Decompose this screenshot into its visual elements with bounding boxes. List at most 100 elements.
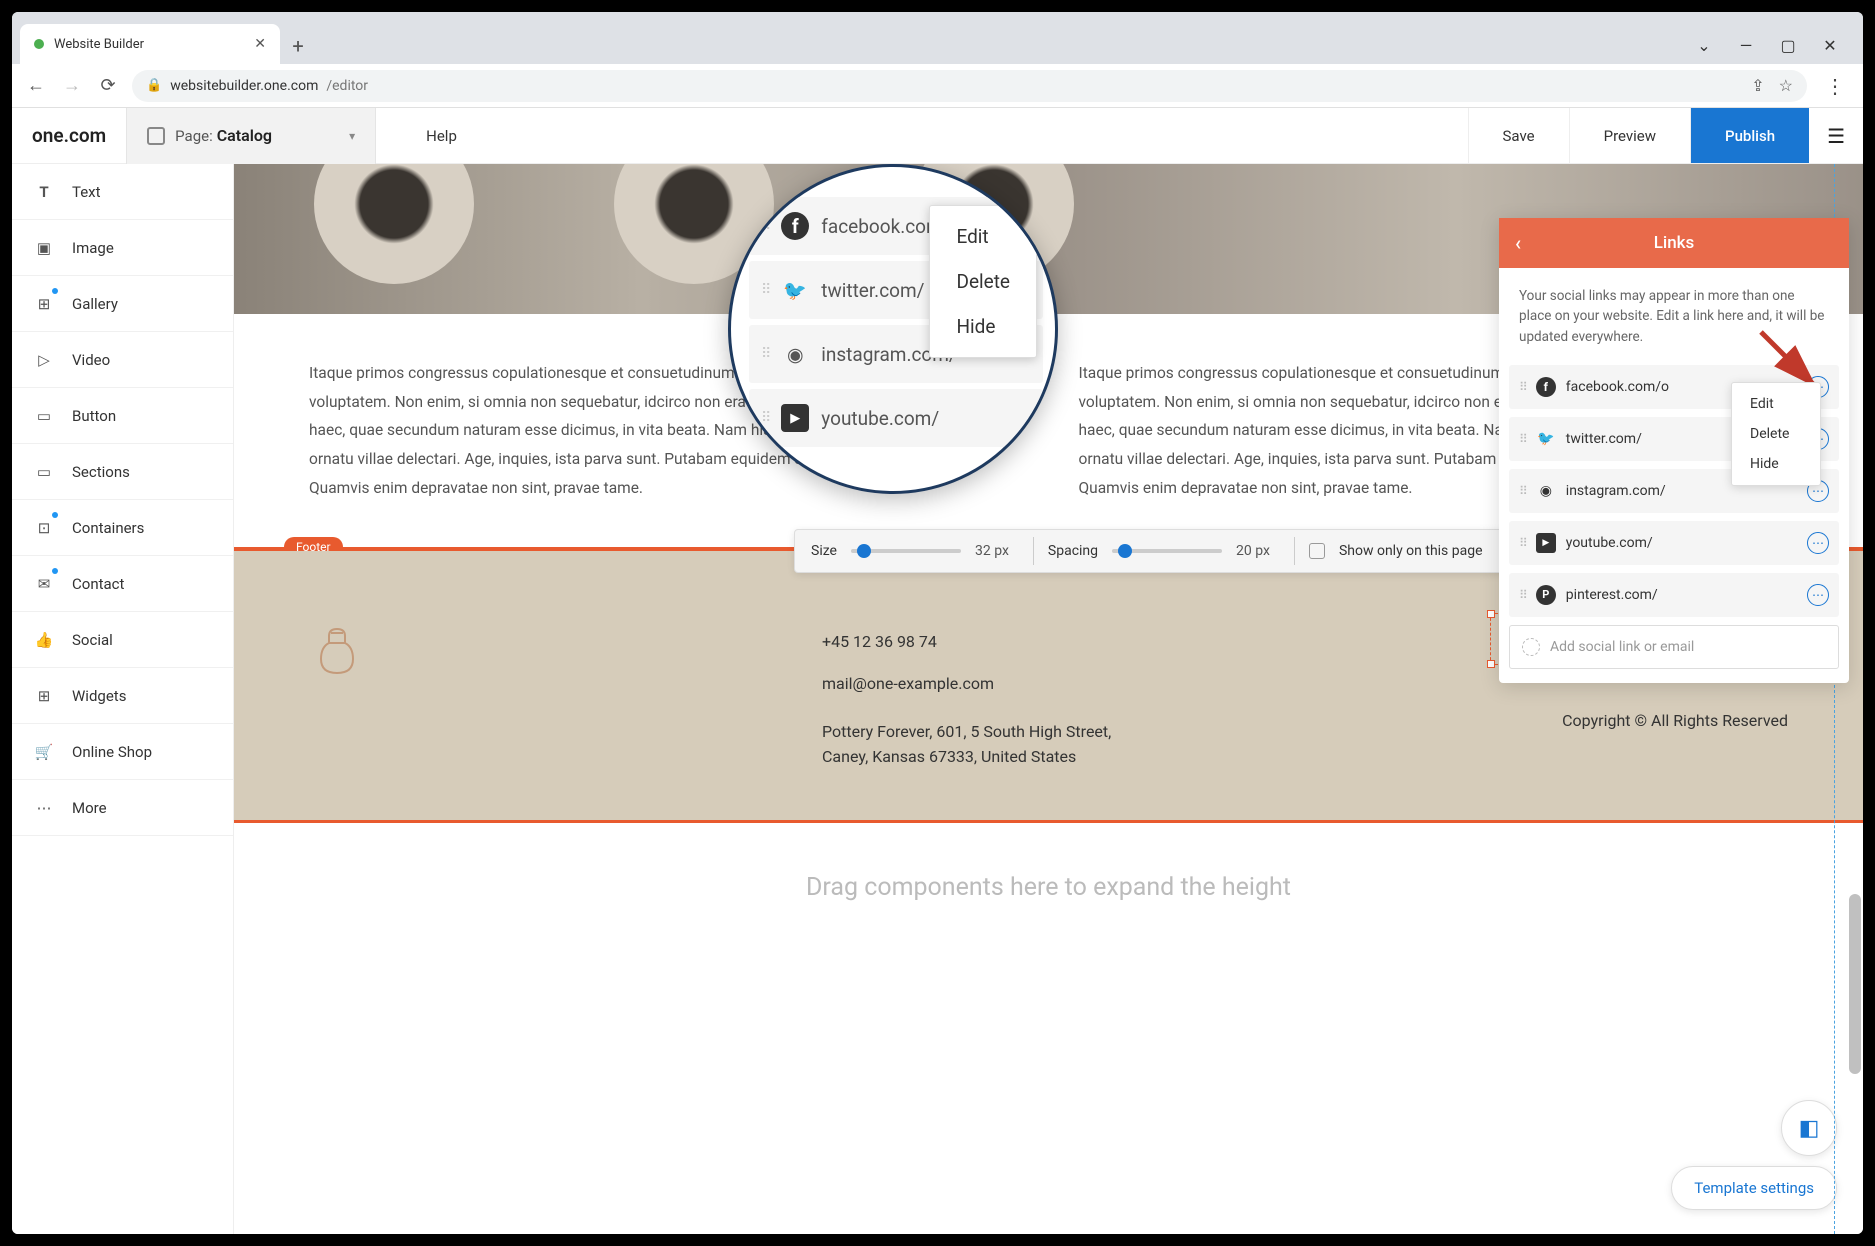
gallery-icon: ⊞	[34, 294, 54, 314]
sidebar-item-widgets[interactable]: ⊞Widgets	[12, 668, 233, 724]
copyright-text: Copyright © All Rights Reserved	[1335, 711, 1788, 730]
template-settings-button[interactable]: Template settings	[1671, 1166, 1837, 1210]
add-social-link-input[interactable]: Add social link or email	[1509, 625, 1839, 669]
url-field[interactable]: 🔒 websitebuilder.one.com/editor ⇪ ☆	[132, 70, 1807, 102]
nav-forward-icon[interactable]: →	[60, 74, 84, 98]
menu-hide[interactable]: Hide	[1732, 449, 1820, 479]
social-icon: 👍	[34, 630, 54, 650]
close-icon[interactable]: ✕	[254, 36, 266, 52]
nav-reload-icon[interactable]: ⟳	[96, 74, 120, 98]
containers-icon: ⊡	[34, 518, 54, 538]
url-host: websitebuilder.one.com	[170, 78, 318, 94]
drag-handle-icon[interactable]: ⠿	[1519, 432, 1526, 446]
palette-icon: ◧	[1799, 1116, 1820, 1141]
nav-back-icon[interactable]: ←	[24, 74, 48, 98]
menu-edit[interactable]: Edit	[1732, 389, 1820, 419]
youtube-icon: ▶	[781, 404, 809, 432]
dropzone-hint[interactable]: Drag components here to expand the heigh…	[234, 823, 1863, 952]
footer-address1: Pottery Forever, 601, 5 South High Stree…	[822, 722, 1111, 741]
badge-new	[52, 288, 58, 294]
window-minimize-icon[interactable]: —	[1737, 36, 1755, 54]
chevron-down-icon[interactable]: ⌄	[1695, 36, 1713, 54]
facebook-icon: f	[781, 212, 809, 240]
preview-button[interactable]: Preview	[1569, 108, 1690, 163]
browser-menu-icon[interactable]: ⋮	[1819, 74, 1851, 98]
back-chevron-icon[interactable]: ‹	[1515, 231, 1521, 255]
links-panel: ‹ Links Your social links may appear in …	[1499, 218, 1849, 683]
zoom-menu-hide[interactable]: Hide	[930, 304, 1036, 349]
spacing-value: 20 px	[1236, 543, 1270, 559]
chevron-down-icon: ▾	[349, 129, 355, 143]
size-value: 32 px	[975, 543, 1009, 559]
star-icon[interactable]: ☆	[1779, 76, 1793, 95]
size-label: Size	[811, 543, 837, 559]
link-more-button[interactable]: ⋯	[1807, 584, 1829, 606]
link-item-youtube[interactable]: ⠿▶youtube.com/⋯	[1509, 521, 1839, 565]
share-icon[interactable]: ⇪	[1751, 76, 1764, 95]
footer-phone: +45 12 36 98 74	[822, 621, 1275, 663]
links-panel-title: Links	[1654, 233, 1695, 253]
window-close-icon[interactable]: ✕	[1821, 36, 1839, 54]
button-icon: ▭	[34, 406, 54, 426]
url-path: /editor	[326, 78, 368, 94]
spacing-slider[interactable]	[1112, 549, 1222, 553]
instagram-icon: ◉	[1536, 481, 1556, 501]
sidebar-item-text[interactable]: TText	[12, 164, 233, 220]
scrollbar-thumb[interactable]	[1849, 894, 1861, 1074]
workspace: TText ▣Image ⊞Gallery ▷Video ▭Button ▭Se…	[12, 164, 1863, 1234]
zoom-link-item: ⠿▶youtube.com/	[749, 389, 1043, 447]
links-panel-header: ‹ Links	[1499, 218, 1849, 268]
more-icon: ⋯	[34, 798, 54, 818]
size-slider[interactable]	[851, 549, 961, 553]
text-icon: T	[34, 182, 54, 202]
show-only-checkbox[interactable]	[1309, 543, 1325, 559]
sidebar-item-button[interactable]: ▭Button	[12, 388, 233, 444]
drag-handle-icon[interactable]: ⠿	[1519, 484, 1526, 498]
link-more-button[interactable]: ⋯	[1807, 532, 1829, 554]
link-context-menu: Edit Delete Hide	[1731, 382, 1821, 486]
drag-handle-icon[interactable]: ⠿	[1519, 588, 1526, 602]
window-maximize-icon[interactable]: ▢	[1779, 36, 1797, 54]
page-label: Page:	[175, 127, 213, 145]
help-link[interactable]: Help	[376, 127, 507, 145]
sidebar-item-gallery[interactable]: ⊞Gallery	[12, 276, 233, 332]
link-item-pinterest[interactable]: ⠿Ppinterest.com/⋯	[1509, 573, 1839, 617]
drag-handle-icon[interactable]: ⠿	[1519, 380, 1526, 394]
sidebar-item-containers[interactable]: ⊡Containers	[12, 500, 233, 556]
tab-favicon	[34, 39, 44, 49]
video-icon: ▷	[34, 350, 54, 370]
new-tab-button[interactable]: +	[280, 28, 316, 64]
page-selector[interactable]: Page: Catalog ▾	[126, 108, 376, 164]
footer-address2: Caney, Kansas 67333, United States	[822, 747, 1076, 766]
pottery-logo-icon	[309, 621, 369, 681]
widgets-icon: ⊞	[34, 686, 54, 706]
sidebar: TText ▣Image ⊞Gallery ▷Video ▭Button ▭Se…	[12, 164, 234, 1234]
logo: one.com	[12, 124, 126, 147]
hamburger-icon[interactable]: ☰	[1809, 124, 1863, 148]
sidebar-item-contact[interactable]: ✉Contact	[12, 556, 233, 612]
sidebar-item-sections[interactable]: ▭Sections	[12, 444, 233, 500]
zoom-menu-delete[interactable]: Delete	[930, 259, 1036, 304]
theme-fab-button[interactable]: ◧	[1781, 1100, 1837, 1156]
page-name: Catalog	[217, 126, 272, 145]
cart-icon: 🛒	[34, 742, 54, 762]
sidebar-item-shop[interactable]: 🛒Online Shop	[12, 724, 233, 780]
twitter-icon: 🐦	[781, 276, 809, 304]
sidebar-item-social[interactable]: 👍Social	[12, 612, 233, 668]
browser-tab[interactable]: Website Builder ✕	[20, 24, 280, 64]
footer-email: mail@one-example.com	[822, 663, 1275, 705]
publish-button[interactable]: Publish	[1690, 108, 1809, 163]
menu-delete[interactable]: Delete	[1732, 419, 1820, 449]
zoom-overlay: ⠿ffacebook.com/o ⠿🐦twitter.com/ ⠿◉instag…	[728, 164, 1058, 494]
add-circle-icon	[1522, 638, 1540, 656]
page-icon	[147, 127, 165, 145]
sidebar-item-more[interactable]: ⋯More	[12, 780, 233, 836]
sidebar-item-video[interactable]: ▷Video	[12, 332, 233, 388]
facebook-icon: f	[1536, 377, 1556, 397]
drag-handle-icon[interactable]: ⠿	[1519, 536, 1526, 550]
sidebar-item-image[interactable]: ▣Image	[12, 220, 233, 276]
save-button[interactable]: Save	[1468, 108, 1569, 163]
twitter-icon: 🐦	[1536, 429, 1556, 449]
zoom-menu-edit[interactable]: Edit	[930, 214, 1036, 259]
badge-new	[52, 512, 58, 518]
